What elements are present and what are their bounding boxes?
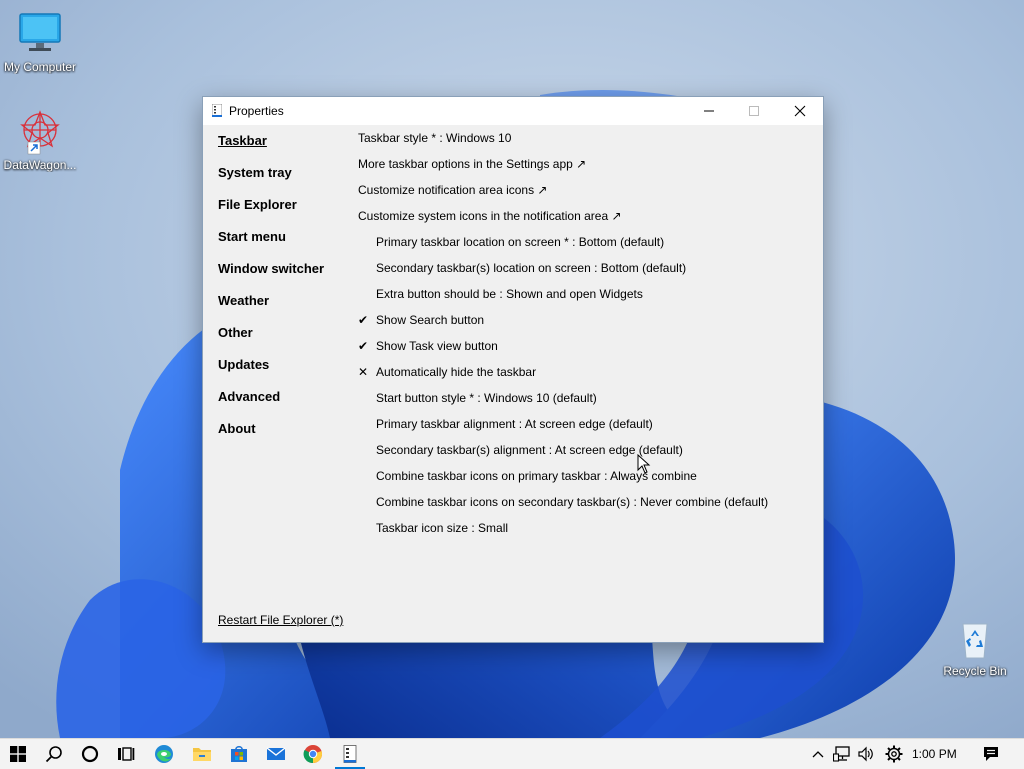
nav-item-system-tray[interactable]: System tray [218,165,348,197]
volume-icon [858,746,873,762]
title-bar[interactable]: Properties [203,97,823,125]
desktop-icon-datawagon[interactable]: DataWagon... [0,108,80,172]
nav-item-start-menu[interactable]: Start menu [218,229,348,261]
notification-center-button[interactable] [978,739,1004,769]
setting-combine-primary-icons[interactable]: Combine taskbar icons on primary taskbar… [358,469,808,495]
setting-show-search-button[interactable]: ✔ Show Search button [358,313,808,339]
setting-secondary-taskbar-alignment[interactable]: Secondary taskbar(s) alignment : At scre… [358,443,808,469]
start-icon [10,746,26,762]
close-icon [794,105,805,117]
setting-auto-hide-taskbar[interactable]: ✕ Automatically hide the taskbar [358,365,808,391]
task-view-button[interactable] [108,739,144,769]
monitor-icon [16,10,64,58]
mail-button[interactable] [258,739,294,769]
taskbar-settings-list: Taskbar style * : Windows 10 More taskba… [358,131,808,547]
nav-item-about[interactable]: About [218,421,348,453]
taskbar-clock[interactable]: 1:00 PM [912,747,957,761]
setting-secondary-taskbar-location[interactable]: Secondary taskbar(s) location on screen … [358,261,808,287]
maximize-button[interactable] [731,97,776,125]
cortana-icon [81,745,99,763]
setting-extra-button[interactable]: Extra button should be : Shown and open … [358,287,808,313]
maximize-icon [748,106,759,116]
desktop-icon-label: Recycle Bin [943,664,1007,678]
nav-item-window-switcher[interactable]: Window switcher [218,261,348,293]
taskbar: 1:00 PM [0,738,1024,769]
settings-button[interactable] [882,739,906,769]
desktop-icon-my-computer[interactable]: My Computer [0,10,80,74]
network-button[interactable] [830,739,854,769]
desktop-icon-label: DataWagon... [3,158,77,172]
setting-combine-secondary-icons[interactable]: Combine taskbar icons on secondary taskb… [358,495,808,521]
properties-app-icon [343,745,357,763]
setting-start-button-style[interactable]: Start button style * : Windows 10 (defau… [358,391,808,417]
show-hidden-icons-button[interactable] [808,739,828,769]
category-nav: Taskbar System tray File Explorer Start … [218,133,348,453]
recycle-bin-icon [951,614,999,662]
chrome-button[interactable] [295,739,331,769]
setting-label: Customize system icons in the notificati… [358,209,622,223]
chrome-icon [303,745,323,764]
setting-label: Show Search button [376,313,485,327]
edge-button[interactable] [146,739,182,769]
setting-label: Primary taskbar alignment : At screen ed… [376,417,653,431]
setting-label: Show Task view button [376,339,498,353]
start-button[interactable] [0,739,36,769]
setting-label: More taskbar options in the Settings app… [358,157,587,171]
desktop-icon-label: My Computer [3,60,77,74]
minimize-button[interactable] [686,97,731,125]
setting-label: Extra button should be : Shown and open … [376,287,643,301]
chevron-up-icon [812,751,824,758]
nav-item-file-explorer[interactable]: File Explorer [218,197,348,229]
minimize-icon [703,110,714,112]
setting-customize-system-icons-link[interactable]: Customize system icons in the notificati… [358,209,808,235]
file-explorer-icon [193,748,211,761]
edge-icon [155,745,173,763]
properties-taskbar-button[interactable] [332,739,368,769]
setting-label: Primary taskbar location on screen * : B… [376,235,665,249]
nav-item-other[interactable]: Other [218,325,348,357]
nav-item-updates[interactable]: Updates [218,357,348,389]
notification-icon [984,747,998,761]
setting-label: Start button style * : Windows 10 (defau… [376,391,597,405]
window-title: Properties [229,104,284,118]
store-button[interactable] [221,739,257,769]
nav-item-advanced[interactable]: Advanced [218,389,348,421]
setting-label: Taskbar icon size : Small [376,521,509,535]
network-icon [833,746,850,762]
setting-show-task-view-button[interactable]: ✔ Show Task view button [358,339,808,365]
setting-customize-notification-icons-link[interactable]: Customize notification area icons ↗ [358,183,808,209]
settings-gear-icon [885,745,903,763]
setting-primary-taskbar-alignment[interactable]: Primary taskbar alignment : At screen ed… [358,417,808,443]
setting-more-taskbar-options-link[interactable]: More taskbar options in the Settings app… [358,157,808,183]
file-explorer-button[interactable] [184,739,220,769]
search-icon [45,746,62,763]
setting-label: Customize notification area icons ↗ [358,183,548,197]
mouse-cursor-icon [637,454,651,474]
setting-primary-taskbar-location[interactable]: Primary taskbar location on screen * : B… [358,235,808,261]
desktop-icon-recycle-bin[interactable]: Recycle Bin [935,614,1015,678]
setting-label: Combine taskbar icons on secondary taskb… [376,495,769,509]
setting-label: Secondary taskbar(s) location on screen … [376,261,687,275]
store-icon [231,746,247,762]
setting-taskbar-icon-size[interactable]: Taskbar icon size : Small [358,521,808,547]
mail-icon [266,747,286,760]
cortana-button[interactable] [72,739,108,769]
search-button[interactable] [36,739,72,769]
checkmark-icon: ✔ [358,313,369,327]
datawagon-app-icon [16,108,64,156]
properties-window: Properties Taskbar System tray File Expl… [202,96,824,643]
setting-taskbar-style[interactable]: Taskbar style * : Windows 10 [358,131,808,157]
cross-icon: ✕ [358,365,369,379]
volume-button[interactable] [854,739,878,769]
properties-app-icon [212,104,222,117]
nav-item-taskbar[interactable]: Taskbar [218,133,348,165]
nav-item-weather[interactable]: Weather [218,293,348,325]
checkmark-icon: ✔ [358,339,369,353]
restart-file-explorer-link[interactable]: Restart File Explorer (*) [218,613,343,627]
close-button[interactable] [777,97,822,125]
task-view-icon [118,747,135,761]
setting-label: Automatically hide the taskbar [376,365,537,379]
setting-label: Taskbar style * : Windows 10 [358,131,512,145]
